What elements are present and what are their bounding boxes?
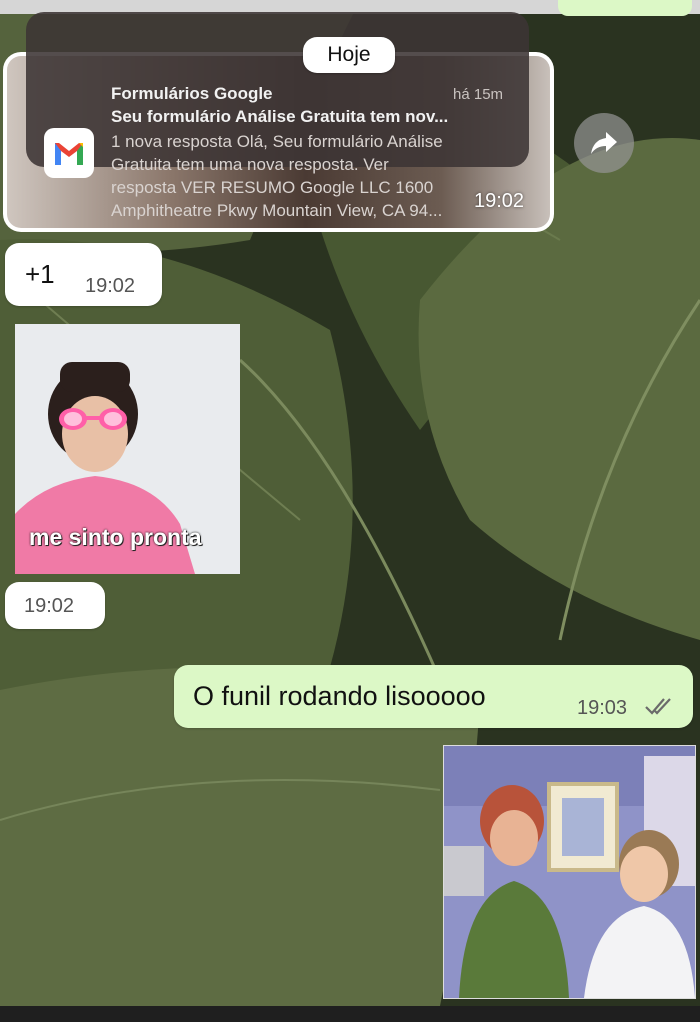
message-time: 19:02 bbox=[24, 595, 75, 617]
gmail-icon bbox=[44, 128, 94, 178]
notification-subject: Seu formulário Análise Gratuita tem nov.… bbox=[111, 107, 449, 126]
outgoing-text-message[interactable]: O funil rodando lisooooo 19:03 bbox=[174, 665, 693, 728]
notification-app-name: Formulários Google bbox=[111, 84, 273, 103]
message-time: 19:02 bbox=[85, 275, 136, 297]
bottom-edge-bar bbox=[0, 1006, 700, 1022]
sticker-time-chip: 19:02 bbox=[5, 582, 105, 629]
notification-body-line: Gratuita tem uma nova resposta. Ver bbox=[111, 155, 389, 174]
photo-two-women bbox=[444, 746, 695, 998]
outgoing-image-message[interactable] bbox=[443, 745, 696, 999]
message-text: +1 bbox=[25, 259, 55, 289]
date-separator: Hoje bbox=[303, 37, 395, 73]
incoming-text-message[interactable]: +1 19:02 bbox=[5, 243, 162, 306]
message-text: O funil rodando lisooooo bbox=[193, 681, 486, 711]
notification-age: há 15m bbox=[453, 86, 504, 103]
notification-body-line: resposta VER RESUMO Google LLC 1600 bbox=[111, 178, 434, 197]
notification-body-line: 1 nova resposta Olá, Seu formulário Anál… bbox=[111, 132, 443, 151]
sticker-message[interactable]: me sinto pronta bbox=[15, 324, 240, 574]
notification-body-line: Amphitheatre Pkwy Mountain View, CA 94..… bbox=[111, 201, 443, 220]
previous-outgoing-bubble-edge bbox=[558, 0, 692, 16]
forward-button[interactable] bbox=[574, 113, 634, 173]
image-message-time: 19:02 bbox=[474, 190, 525, 212]
message-time: 19:03 bbox=[577, 697, 628, 719]
sticker-caption: me sinto pronta bbox=[29, 524, 202, 550]
double-check-icon bbox=[645, 698, 671, 715]
notification-body: 1 nova resposta Olá, Seu formulário Anál… bbox=[111, 130, 501, 222]
forward-arrow-icon bbox=[591, 132, 617, 154]
